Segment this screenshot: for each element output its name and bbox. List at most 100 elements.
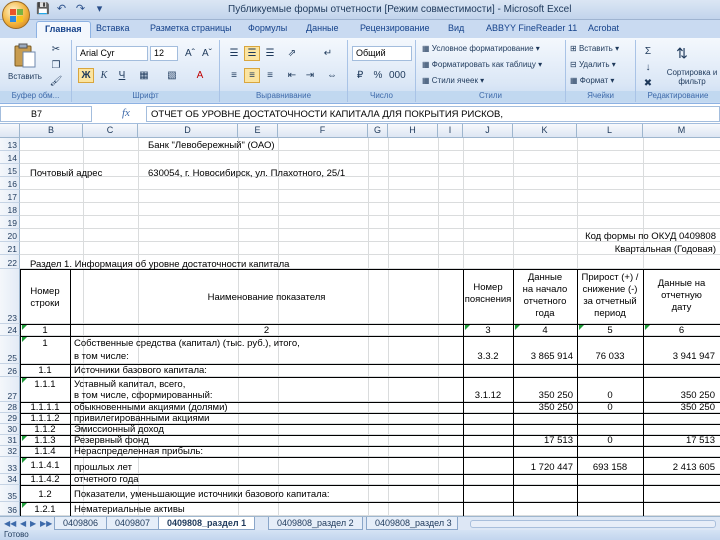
thousands-icon[interactable]: 000 [388, 68, 406, 83]
number-format-select[interactable]: Общий [352, 46, 412, 61]
row-name[interactable]: Резервный фонд [74, 435, 149, 446]
horizontal-scrollbar[interactable] [470, 520, 716, 528]
okud-code[interactable]: Код формы по ОКУД 0409808 [520, 231, 716, 242]
col-index[interactable]: 3 [463, 325, 513, 336]
dropdown-icon[interactable]: ▾ [93, 3, 106, 16]
address-value[interactable]: 630054, г. Новосибирск, ул. Плахотного, … [148, 168, 345, 179]
col-index[interactable]: 1 [20, 325, 70, 336]
row-num[interactable]: 1 [20, 338, 70, 349]
column-header-c[interactable]: C [83, 124, 138, 138]
insert-cells-button[interactable]: ⊞ Вставить ▾ [570, 44, 619, 53]
row-header[interactable]: 13 [0, 138, 20, 151]
column-header-k[interactable]: K [513, 124, 577, 138]
header-num-line2[interactable]: строки [20, 298, 70, 309]
row-num[interactable]: 1.1.2 [20, 424, 70, 435]
orientation-icon[interactable]: ⇗ [284, 46, 300, 61]
row-header[interactable]: 18 [0, 203, 20, 216]
wrap-text-icon[interactable]: ↵ [320, 46, 336, 61]
office-button[interactable] [2, 1, 30, 29]
row-name-continued[interactable]: в том числе: [74, 351, 129, 362]
error-marker-icon[interactable] [579, 325, 584, 330]
header-start-line2[interactable]: на начало [513, 284, 577, 295]
row-header[interactable]: 34 [0, 474, 20, 485]
row-num[interactable]: 1.1.1.1 [20, 402, 70, 413]
row-start-value[interactable]: 350 250 [513, 390, 573, 401]
sort-filter-button[interactable]: Сортировка и фильтр [664, 68, 720, 86]
fill-icon[interactable]: ↓ [640, 60, 656, 75]
row-end-value[interactable]: 350 250 [643, 402, 715, 413]
row-num[interactable]: 1.1.1 [20, 379, 70, 390]
font-name-select[interactable]: Arial Cyr [76, 46, 148, 61]
cell-styles-button[interactable]: ▦ Стили ячеек ▾ [422, 76, 484, 85]
row-name[interactable]: Нераспределенная прибыль: [74, 446, 203, 457]
col-index[interactable]: 6 [643, 325, 720, 336]
row-num[interactable]: 1.1.3 [20, 435, 70, 446]
next-sheet-icon[interactable]: ▶ [30, 519, 36, 528]
column-header-e[interactable]: E [238, 124, 278, 138]
row-note[interactable]: 3.3.2 [463, 351, 513, 362]
row-name[interactable]: прошлых лет [74, 462, 132, 473]
sheet-tab[interactable]: 0409808_раздел 3 [366, 517, 458, 530]
row-header[interactable]: 19 [0, 216, 20, 229]
tab-insert[interactable]: Вставка [96, 23, 129, 33]
header-change-line2[interactable]: снижение (-) [577, 284, 643, 295]
align-top-icon[interactable]: ☰ [226, 46, 242, 61]
conditional-format-button[interactable]: ▦ Условное форматирование ▾ [422, 44, 540, 53]
select-all-corner[interactable] [0, 124, 20, 138]
row-start-value[interactable]: 3 865 914 [513, 351, 573, 362]
row-end-value[interactable]: 17 513 [643, 435, 715, 446]
bank-name[interactable]: Банк "Левобережный" (ОАО) [148, 140, 275, 151]
header-num-line1[interactable]: Номер [20, 286, 70, 297]
sheet-tab[interactable]: 0409806 [54, 517, 108, 530]
tab-review[interactable]: Рецензирование [360, 23, 430, 33]
copy-icon[interactable]: ❐ [48, 58, 64, 73]
row-name[interactable]: отчетного года [74, 474, 139, 485]
header-note-line2[interactable]: пояснения [463, 294, 513, 305]
row-change-value[interactable]: 0 [577, 402, 643, 413]
prev-sheet-icon[interactable]: ◀ [20, 519, 26, 528]
row-name[interactable]: Показатели, уменьшающие источники базово… [74, 489, 330, 500]
decrease-indent-icon[interactable]: ⇤ [284, 68, 300, 83]
tab-home[interactable]: Главная [36, 21, 91, 38]
row-header[interactable]: 23 [0, 269, 20, 324]
autosum-icon[interactable]: Σ [640, 44, 656, 59]
row-header[interactable]: 26 [0, 364, 20, 377]
row-header[interactable]: 24 [0, 324, 20, 336]
row-name[interactable]: Нематериальные активы [74, 504, 185, 515]
tab-data[interactable]: Данные [306, 23, 339, 33]
row-header[interactable]: 17 [0, 190, 20, 203]
underline-button[interactable]: Ч [114, 68, 130, 83]
column-header-f[interactable]: F [278, 124, 368, 138]
error-marker-icon[interactable] [465, 325, 470, 330]
paste-icon[interactable] [12, 42, 38, 70]
row-header[interactable]: 14 [0, 151, 20, 164]
column-header-j[interactable]: J [463, 124, 513, 138]
font-color-icon[interactable]: A [192, 68, 208, 83]
header-change-line1[interactable]: Прирост (+) / [577, 272, 643, 283]
row-change-value[interactable]: 693 158 [577, 462, 643, 473]
row-num[interactable]: 1.1.4 [20, 446, 70, 457]
col-index[interactable]: 4 [513, 325, 577, 336]
header-start-line4[interactable]: года [513, 308, 577, 319]
header-start-line3[interactable]: отчетного [513, 296, 577, 307]
row-name[interactable]: Собственные средства (капитал) (тыс. руб… [74, 338, 300, 349]
row-change-value[interactable]: 76 033 [577, 351, 643, 362]
row-num[interactable]: 1.1.4.2 [20, 474, 70, 485]
row-header[interactable]: 36 [0, 502, 20, 516]
row-header[interactable]: 30 [0, 424, 20, 435]
row-change-value[interactable]: 0 [577, 390, 643, 401]
row-note[interactable]: 3.1.12 [463, 390, 513, 401]
grow-font-icon[interactable]: Aˆ [182, 46, 198, 61]
tab-view[interactable]: Вид [448, 23, 464, 33]
row-header[interactable]: 35 [0, 485, 20, 502]
shrink-font-icon[interactable]: Aˇ [199, 46, 215, 61]
fx-icon[interactable]: fx [122, 107, 130, 119]
percent-icon[interactable]: % [370, 68, 386, 83]
paste-button[interactable]: Вставить [8, 72, 42, 81]
fill-color-icon[interactable]: ▧ [164, 68, 180, 83]
sheet-tab[interactable]: 0409807 [106, 517, 160, 530]
error-marker-icon[interactable] [22, 325, 27, 330]
row-header[interactable]: 33 [0, 457, 20, 474]
row-name[interactable]: Источники базового капитала: [74, 365, 207, 376]
align-left-icon[interactable]: ≡ [226, 68, 242, 83]
